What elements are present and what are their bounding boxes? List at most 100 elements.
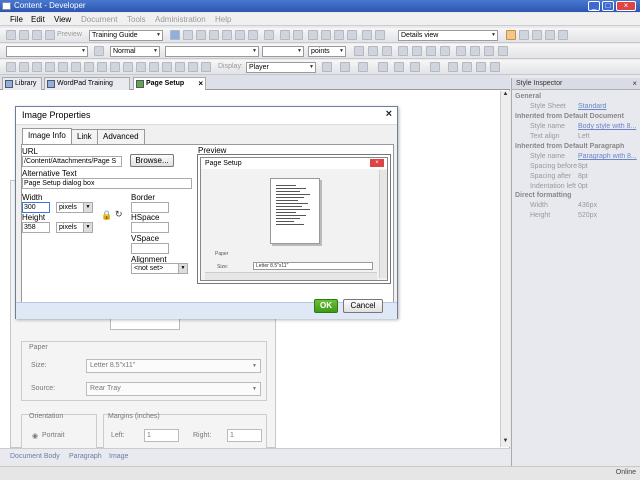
menu-help[interactable]: Help [215, 15, 231, 24]
template-select[interactable]: Training Guide [89, 30, 163, 41]
list-icon-3[interactable] [476, 62, 486, 72]
insert-icon-3[interactable] [32, 62, 42, 72]
find-icon[interactable] [235, 30, 245, 40]
layout-icon-5[interactable] [558, 30, 568, 40]
save-icon[interactable] [6, 30, 16, 40]
section-default-paragraph[interactable]: Inherited from Default Paragraph [515, 143, 640, 150]
image-icon[interactable] [321, 30, 331, 40]
highlight-icon[interactable] [340, 62, 350, 72]
underline-icon[interactable] [382, 46, 392, 56]
list-icon-2[interactable] [462, 62, 472, 72]
font-color-icon[interactable] [322, 62, 332, 72]
zoom-icon[interactable] [362, 30, 372, 40]
insert-icon-8[interactable] [97, 62, 107, 72]
insert-icon-7[interactable] [84, 62, 94, 72]
layout-icon-4[interactable] [545, 30, 555, 40]
lock-icon[interactable]: 🔒 [101, 210, 112, 221]
menu-edit[interactable]: Edit [31, 15, 45, 24]
redo-icon[interactable] [293, 30, 303, 40]
paste-icon[interactable] [196, 30, 206, 40]
undo-icon[interactable] [280, 30, 290, 40]
delete-icon[interactable] [222, 30, 232, 40]
tab-link[interactable]: Link [71, 129, 98, 144]
path-paragraph[interactable]: Paragraph [69, 453, 102, 460]
subscript-icon[interactable] [378, 62, 388, 72]
menu-administration[interactable]: Administration [155, 15, 206, 24]
bullets-icon[interactable] [456, 46, 466, 56]
width-input[interactable]: 300 [22, 202, 50, 213]
tab-library[interactable]: Library [2, 77, 42, 90]
strike-icon[interactable] [410, 62, 420, 72]
reset-size-icon[interactable]: ↻ [115, 209, 123, 220]
vspace-input[interactable] [131, 243, 169, 254]
text-size-icon[interactable] [358, 62, 368, 72]
cancel-button[interactable]: Cancel [343, 299, 383, 313]
inspector-value-link[interactable]: Standard [578, 103, 638, 110]
height-input[interactable]: 358 [22, 222, 50, 233]
insert-icon-15[interactable] [188, 62, 198, 72]
insert-icon-16[interactable] [201, 62, 211, 72]
bold-icon[interactable] [354, 46, 364, 56]
dialog-close-icon[interactable]: × [386, 108, 392, 120]
browse-button[interactable]: Browse... [130, 154, 174, 167]
paste-special-icon[interactable] [209, 30, 219, 40]
tab-advanced[interactable]: Advanced [97, 129, 145, 144]
ok-button[interactable]: OK [314, 299, 338, 313]
globe-icon[interactable] [264, 30, 274, 40]
spell-icon[interactable] [32, 30, 42, 40]
inspector-value-link[interactable]: Body style with 8... [578, 123, 638, 130]
menu-tools[interactable]: Tools [127, 15, 146, 24]
link-icon[interactable] [308, 30, 318, 40]
align-right-icon[interactable] [426, 46, 436, 56]
path-document-body[interactable]: Document Body [10, 453, 60, 460]
path-image[interactable]: Image [109, 453, 128, 460]
insert-icon-5[interactable] [58, 62, 68, 72]
cut-icon[interactable] [170, 30, 180, 40]
numbering-icon[interactable] [470, 46, 480, 56]
indent-icon[interactable] [498, 46, 508, 56]
close-tab-icon[interactable]: × [198, 78, 203, 90]
table-icon[interactable] [334, 30, 344, 40]
outdent-icon[interactable] [484, 46, 494, 56]
copy-icon[interactable] [183, 30, 193, 40]
align-left-icon[interactable] [398, 46, 408, 56]
layout-icon-2[interactable] [519, 30, 529, 40]
align-center-icon[interactable] [412, 46, 422, 56]
section-direct-formatting[interactable]: Direct formatting [515, 192, 571, 199]
width-unit-select[interactable]: pixels ▼ [56, 202, 93, 213]
insert-icon-4[interactable] [45, 62, 55, 72]
menu-document[interactable]: Document [81, 15, 117, 24]
insert-icon-6[interactable] [71, 62, 81, 72]
replace-icon[interactable] [248, 30, 258, 40]
maximize-icon[interactable]: □ [602, 1, 614, 11]
insert-icon-2[interactable] [19, 62, 29, 72]
scroll-up-icon[interactable]: ▲ [501, 91, 510, 100]
menu-file[interactable]: File [10, 15, 23, 24]
font-select[interactable] [165, 46, 259, 57]
close-icon[interactable]: × [616, 1, 636, 11]
size-unit-select[interactable]: points [308, 46, 346, 57]
italic-icon[interactable] [368, 46, 378, 56]
symbol-icon[interactable] [347, 30, 357, 40]
paragraph-style-select[interactable] [6, 46, 88, 57]
tab-wordpad-training[interactable]: WordPad Training [44, 77, 130, 90]
inspector-value-link[interactable]: Paragraph with 8... [578, 153, 638, 160]
insert-icon-9[interactable] [110, 62, 120, 72]
layout-icon-1[interactable] [506, 30, 516, 40]
minimize-icon[interactable]: _ [588, 1, 600, 11]
tab-page-setup[interactable]: Page Setup × [133, 77, 206, 91]
section-general[interactable]: General [515, 93, 541, 100]
style-select[interactable]: Normal [110, 46, 160, 57]
insert-icon-12[interactable] [149, 62, 159, 72]
print-icon[interactable] [19, 30, 29, 40]
height-unit-select[interactable]: pixels ▼ [56, 222, 93, 233]
preview-label[interactable]: Preview [57, 31, 82, 38]
insert-icon-10[interactable] [123, 62, 133, 72]
insert-icon-14[interactable] [175, 62, 185, 72]
insert-icon-13[interactable] [162, 62, 172, 72]
insert-icon-11[interactable] [136, 62, 146, 72]
scroll-down-icon[interactable]: ▼ [501, 438, 510, 447]
layout-icon-3[interactable] [532, 30, 542, 40]
document-scrollbar[interactable]: ▲ ▼ [500, 91, 510, 447]
border-input[interactable] [131, 202, 169, 213]
